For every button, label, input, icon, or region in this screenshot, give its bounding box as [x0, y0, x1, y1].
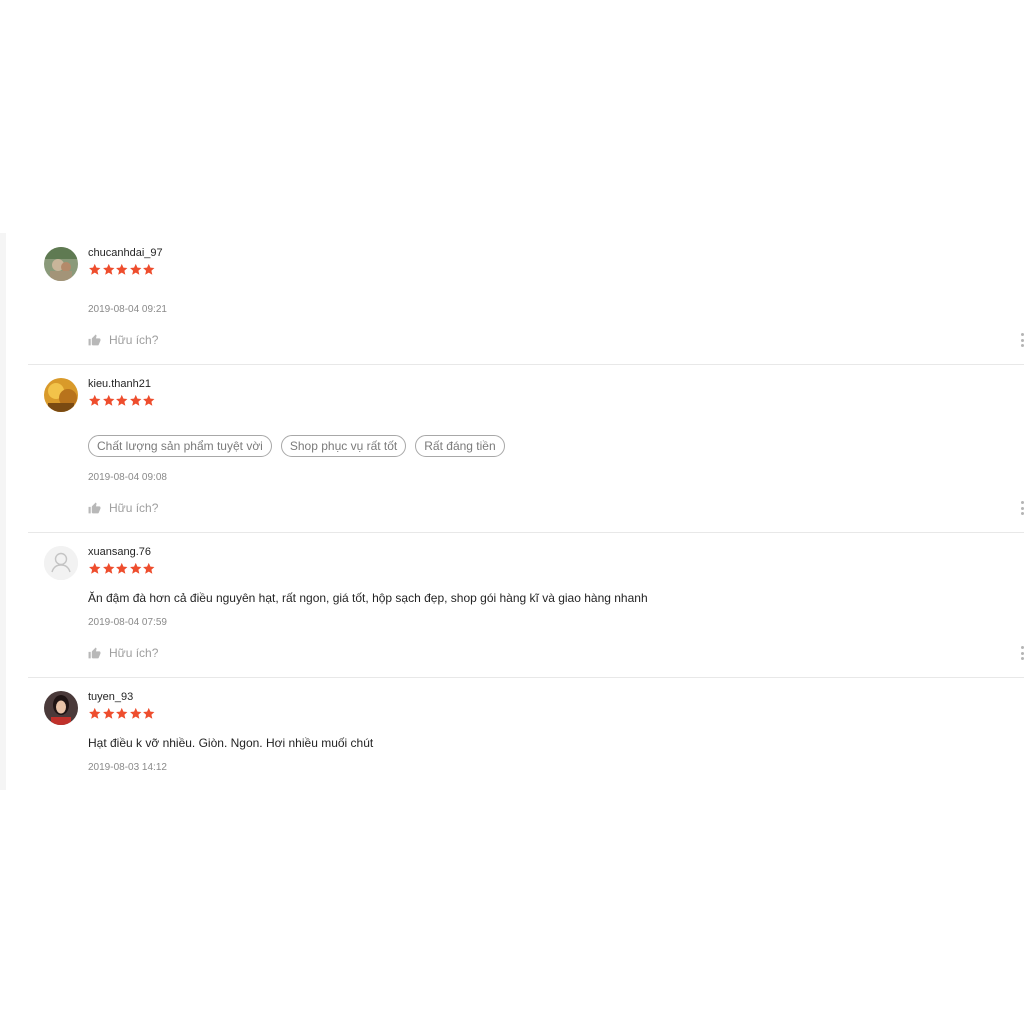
- star-rating: [88, 263, 156, 277]
- review-time: 2019-08-04 07:59: [88, 617, 167, 628]
- review-comment: Hạt điều k vỡ nhiều. Giòn. Ngon. Hơi nhi…: [88, 736, 374, 750]
- star-icon: [102, 263, 114, 275]
- more-vertical-icon[interactable]: [1020, 333, 1024, 347]
- star-icon: [89, 562, 101, 574]
- star-icon: [143, 707, 155, 719]
- star-icon: [89, 263, 101, 275]
- star-icon: [143, 263, 155, 275]
- star-icon: [129, 263, 141, 275]
- avatar[interactable]: [44, 247, 78, 281]
- review-item: xuansang.76 Ăn đậm đà hơn cả điều nguyên…: [28, 533, 1024, 678]
- thumbs-up-icon: [88, 334, 101, 345]
- review-username[interactable]: tuyen_93: [88, 691, 133, 703]
- more-vertical-icon[interactable]: [1020, 501, 1024, 515]
- star-rating: [88, 707, 156, 721]
- review-item: kieu.thanh21 Chất lượng sản phẩm tuyệt v…: [28, 365, 1024, 533]
- review-tag: Chất lượng sản phẩm tuyệt vời: [88, 435, 272, 457]
- star-icon: [116, 394, 128, 406]
- star-icon: [102, 394, 114, 406]
- helpful-button[interactable]: Hữu ích?: [88, 332, 158, 348]
- helpful-label: Hữu ích?: [109, 333, 159, 347]
- star-icon: [116, 707, 128, 719]
- review-tag: Rất đáng tiền: [415, 435, 505, 457]
- review-item: tuyen_93 Hạt điều k vỡ nhiều. Giòn. Ngon…: [28, 678, 1024, 790]
- helpful-button[interactable]: Hữu ích?: [88, 645, 158, 661]
- review-tag: Shop phục vụ rất tốt: [280, 435, 407, 457]
- review-item: chucanhdai_97 2019-08-04 09:21 Hữu ích?: [28, 233, 1024, 365]
- star-icon: [143, 394, 155, 406]
- star-rating: [88, 394, 156, 408]
- star-icon: [129, 707, 141, 719]
- star-icon: [116, 562, 128, 574]
- helpful-button[interactable]: Hữu ích?: [88, 500, 158, 516]
- review-comment: Ăn đậm đà hơn cả điều nguyên hạt, rất ng…: [88, 591, 648, 605]
- star-icon: [129, 562, 141, 574]
- review-time: 2019-08-04 09:08: [88, 472, 167, 483]
- review-username[interactable]: chucanhdai_97: [88, 247, 163, 259]
- avatar[interactable]: [44, 546, 78, 580]
- review-username[interactable]: kieu.thanh21: [88, 378, 151, 390]
- review-time: 2019-08-04 09:21: [88, 304, 167, 315]
- product-reviews-list: chucanhdai_97 2019-08-04 09:21 Hữu ích? …: [0, 233, 1024, 790]
- review-time: 2019-08-03 14:12: [88, 762, 167, 773]
- star-icon: [102, 707, 114, 719]
- star-icon: [89, 394, 101, 406]
- thumbs-up-icon: [88, 647, 101, 658]
- star-icon: [102, 562, 114, 574]
- star-rating: [88, 562, 156, 576]
- avatar[interactable]: [44, 691, 78, 725]
- star-icon: [143, 562, 155, 574]
- avatar[interactable]: [44, 378, 78, 412]
- more-vertical-icon[interactable]: [1020, 646, 1024, 660]
- helpful-label: Hữu ích?: [109, 646, 159, 660]
- star-icon: [129, 394, 141, 406]
- star-icon: [116, 263, 128, 275]
- review-tags: Chất lượng sản phẩm tuyệt vời Shop phục …: [88, 435, 514, 457]
- thumbs-up-icon: [88, 502, 101, 513]
- review-username[interactable]: xuansang.76: [88, 546, 151, 558]
- star-icon: [89, 707, 101, 719]
- helpful-label: Hữu ích?: [109, 501, 159, 515]
